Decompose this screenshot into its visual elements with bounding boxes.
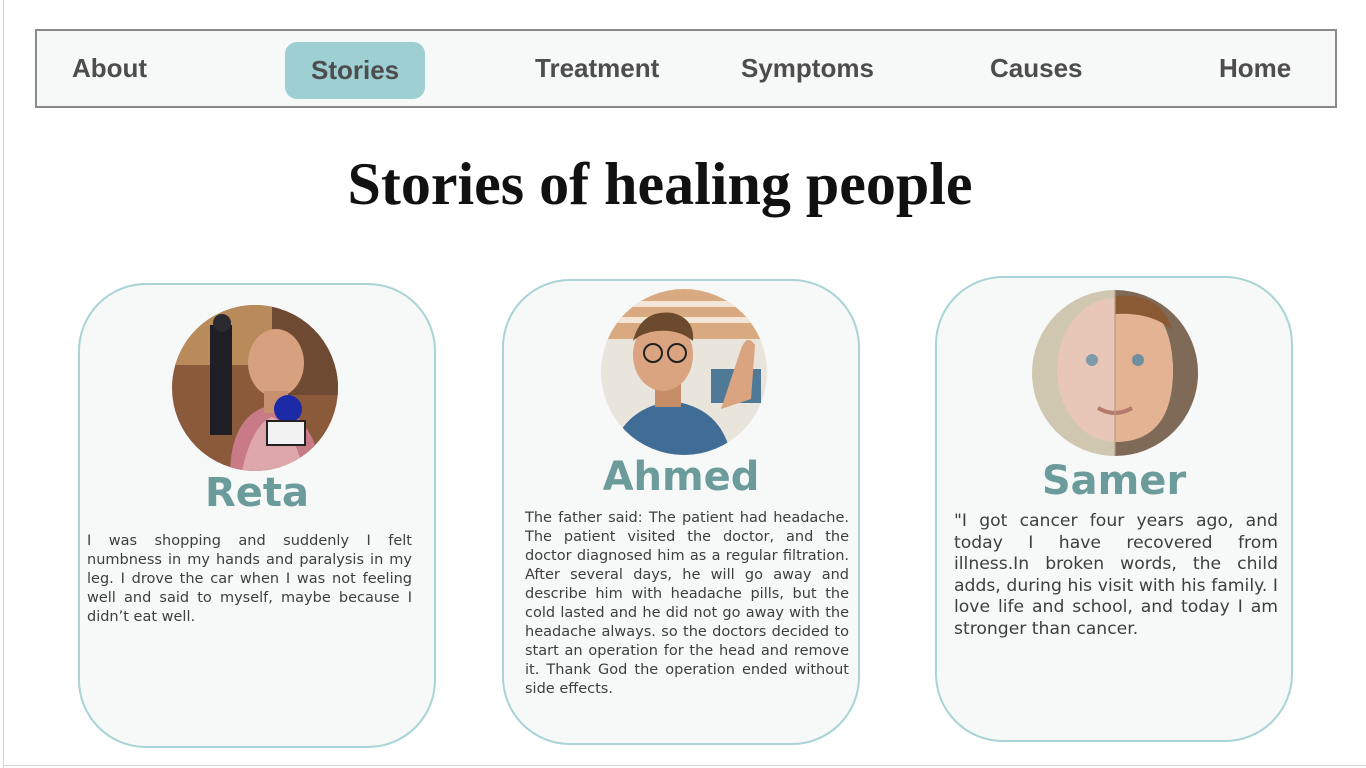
reta-photo-illustration bbox=[172, 305, 338, 471]
story-card-reta: Reta I was shopping and suddenly I felt … bbox=[78, 283, 436, 748]
samer-story-text: "I got cancer four years ago, and today … bbox=[954, 511, 1278, 639]
reta-name: Reta bbox=[204, 470, 310, 516]
nav-causes-link[interactable]: Causes bbox=[990, 31, 1083, 106]
frame-border-left bbox=[3, 0, 4, 768]
story-card-ahmed: Ahmed The father said: The patient had h… bbox=[502, 279, 860, 745]
page-title: Stories of healing people bbox=[347, 151, 973, 217]
nav-treatment-link[interactable]: Treatment bbox=[535, 31, 659, 106]
frame-border-bottom bbox=[3, 765, 1366, 766]
nav-symptoms-link[interactable]: Symptoms bbox=[741, 31, 874, 106]
nav-about-link[interactable]: About bbox=[72, 31, 147, 106]
ahmed-name: Ahmed bbox=[602, 454, 760, 500]
nav-stories-link[interactable]: Stories bbox=[285, 42, 426, 99]
story-card-samer: Samer "I got cancer four years ago, and … bbox=[935, 276, 1293, 742]
samer-name: Samer bbox=[1041, 458, 1187, 504]
reta-avatar bbox=[172, 305, 338, 471]
reta-story-text: I was shopping and suddenly I felt numbn… bbox=[87, 533, 412, 625]
ahmed-photo-illustration bbox=[601, 289, 767, 455]
samer-avatar bbox=[1032, 290, 1198, 456]
top-navigation-bar: About Stories Treatment Symptoms Causes … bbox=[35, 29, 1337, 108]
samer-photo-illustration bbox=[1032, 290, 1198, 456]
nav-home-link[interactable]: Home bbox=[1219, 31, 1291, 106]
ahmed-avatar bbox=[601, 289, 767, 455]
ahmed-story-text: The father said: The patient had headach… bbox=[525, 510, 849, 697]
